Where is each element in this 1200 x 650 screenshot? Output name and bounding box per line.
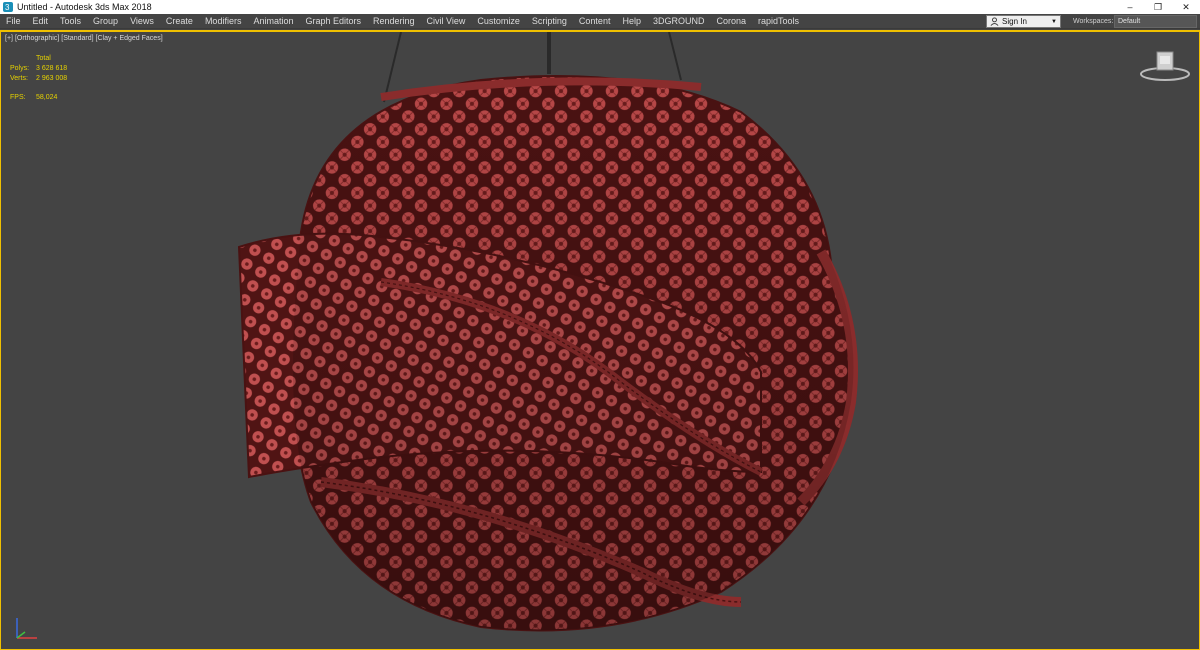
app-icon: 3 bbox=[3, 2, 13, 12]
window-title: Untitled - Autodesk 3ds Max 2018 bbox=[17, 2, 152, 12]
menu-create[interactable]: Create bbox=[160, 14, 199, 29]
verts-value: 2 963 008 bbox=[36, 75, 68, 82]
sign-in-dropdown[interactable]: Sign In ▼ bbox=[986, 15, 1061, 28]
menu-bar: File Edit Tools Group Views Create Modif… bbox=[0, 14, 1200, 29]
menu-group[interactable]: Group bbox=[87, 14, 124, 29]
polys-label: Polys: bbox=[10, 65, 30, 72]
menu-content[interactable]: Content bbox=[573, 14, 617, 29]
viewport-label: [+] [Orthographic] [Standard] [Clay + Ed… bbox=[5, 35, 163, 42]
user-icon bbox=[990, 17, 999, 26]
menu-graph-editors[interactable]: Graph Editors bbox=[299, 14, 367, 29]
menu-help[interactable]: Help bbox=[616, 14, 647, 29]
window-controls: – ❐ ✕ bbox=[1116, 0, 1200, 14]
wicker-lamp-model bbox=[237, 32, 858, 632]
viewcube-icon[interactable] bbox=[1139, 50, 1191, 82]
close-button[interactable]: ✕ bbox=[1172, 0, 1200, 14]
viewport-menu-plus[interactable]: [+] bbox=[5, 35, 13, 42]
title-bar: 3 Untitled - Autodesk 3ds Max 2018 – ❐ ✕ bbox=[0, 0, 1200, 14]
stats-header: Total bbox=[36, 55, 51, 62]
chevron-down-icon: ▼ bbox=[1051, 19, 1057, 25]
menu-animation[interactable]: Animation bbox=[247, 14, 299, 29]
viewport-shading-label[interactable]: [Standard] bbox=[61, 35, 93, 42]
polys-value: 3 628 618 bbox=[36, 65, 68, 72]
menu-file[interactable]: File bbox=[0, 14, 27, 29]
menu-modifiers[interactable]: Modifiers bbox=[199, 14, 248, 29]
viewport-mode-label[interactable]: [Clay + Edged Faces] bbox=[96, 35, 163, 42]
viewport-orthographic[interactable]: [+] [Orthographic] [Standard] [Clay + Ed… bbox=[0, 30, 1200, 650]
fps-value: 58,024 bbox=[36, 94, 58, 101]
menu-rapidtools[interactable]: rapidTools bbox=[752, 14, 805, 29]
menu-edit[interactable]: Edit bbox=[27, 14, 55, 29]
workspaces-label: Workspaces: bbox=[1073, 18, 1114, 25]
menu-rendering[interactable]: Rendering bbox=[367, 14, 421, 29]
menu-views[interactable]: Views bbox=[124, 14, 160, 29]
menu-civil-view[interactable]: Civil View bbox=[421, 14, 472, 29]
minimize-button[interactable]: – bbox=[1116, 0, 1144, 14]
menu-3dground[interactable]: 3DGROUND bbox=[647, 14, 711, 29]
restore-button[interactable]: ❐ bbox=[1144, 0, 1172, 14]
svg-text:3: 3 bbox=[5, 3, 10, 12]
viewport-statistics: Total Polys: 3 628 618 Verts: 2 963 008 FP… bbox=[10, 54, 76, 103]
menu-corona[interactable]: Corona bbox=[710, 14, 752, 29]
menu-scripting[interactable]: Scripting bbox=[526, 14, 573, 29]
fps-label: FPS: bbox=[10, 94, 26, 101]
menu-tools[interactable]: Tools bbox=[54, 14, 87, 29]
sign-in-label: Sign In bbox=[1002, 17, 1027, 26]
menu-customize[interactable]: Customize bbox=[471, 14, 526, 29]
verts-label: Verts: bbox=[10, 75, 28, 82]
workspace-select[interactable]: Default bbox=[1114, 15, 1197, 28]
axis-tripod-icon bbox=[16, 618, 37, 639]
viewport-view-label[interactable]: [Orthographic] bbox=[15, 35, 59, 42]
